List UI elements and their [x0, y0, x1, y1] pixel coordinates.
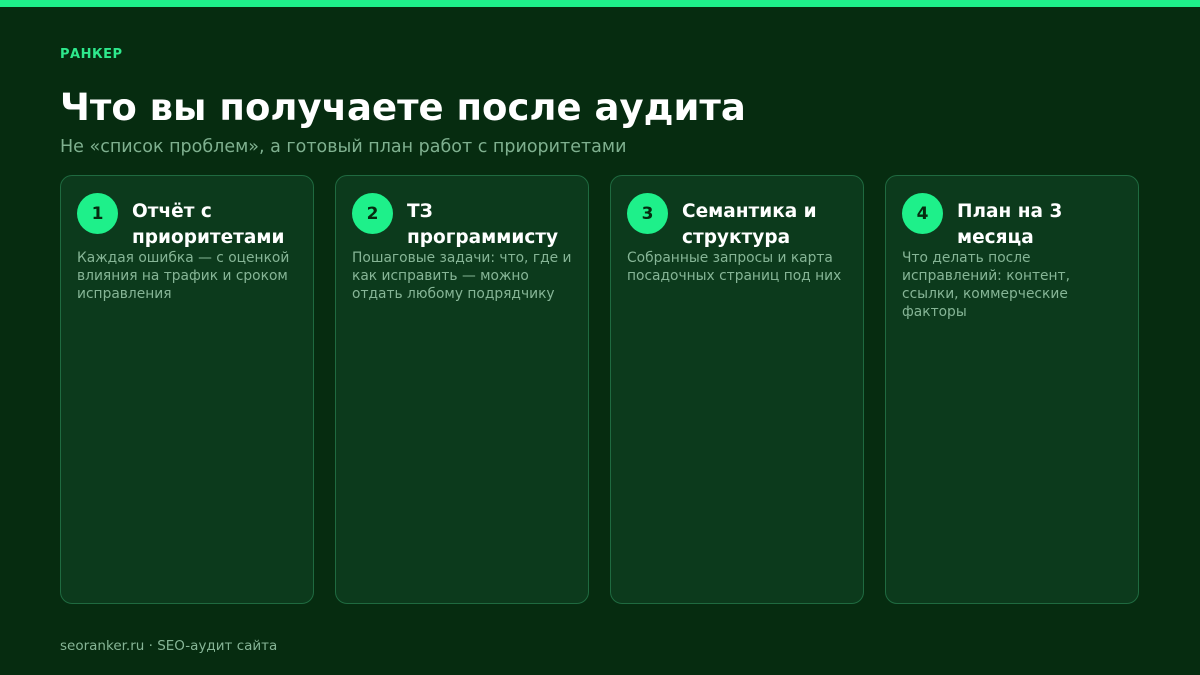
brand-label: РАНКЕР [60, 47, 123, 62]
step-number-badge: 3 [627, 193, 668, 234]
footer-text: seoranker.ru · SEO-аудит сайта [60, 638, 278, 654]
cards-grid: 1 Отчёт с приоритетами Каждая ошибка — с… [60, 175, 1141, 606]
step-number-badge: 2 [352, 193, 393, 234]
card-title: Отчёт с приоритетами [132, 201, 285, 248]
page-subtitle: Не «список проблем», а готовый план рабо… [60, 137, 627, 157]
card-title: Семантика и структура [682, 201, 817, 248]
card-semantics: 3 Семантика и структура Собранные запрос… [610, 175, 864, 604]
card-report: 1 Отчёт с приоритетами Каждая ошибка — с… [60, 175, 314, 604]
card-description: Что делать после исправлений: контент, с… [902, 250, 1070, 320]
card-tech-spec: 2 ТЗ программисту Пошаговые задачи: что,… [335, 175, 589, 604]
card-description: Пошаговые задачи: что, где и как исправи… [352, 250, 572, 302]
card-plan: 4 План на 3 месяца Что делать после испр… [885, 175, 1139, 604]
card-description: Собранные запросы и карта посадочных стр… [627, 250, 842, 284]
card-description: Каждая ошибка — с оценкой влияния на тра… [77, 250, 290, 302]
card-title: План на 3 месяца [957, 201, 1063, 248]
step-number-badge: 4 [902, 193, 943, 234]
page-title: Что вы получаете после аудита [60, 86, 746, 129]
step-number-badge: 1 [77, 193, 118, 234]
top-accent-bar [0, 0, 1200, 7]
card-title: ТЗ программисту [407, 201, 559, 248]
